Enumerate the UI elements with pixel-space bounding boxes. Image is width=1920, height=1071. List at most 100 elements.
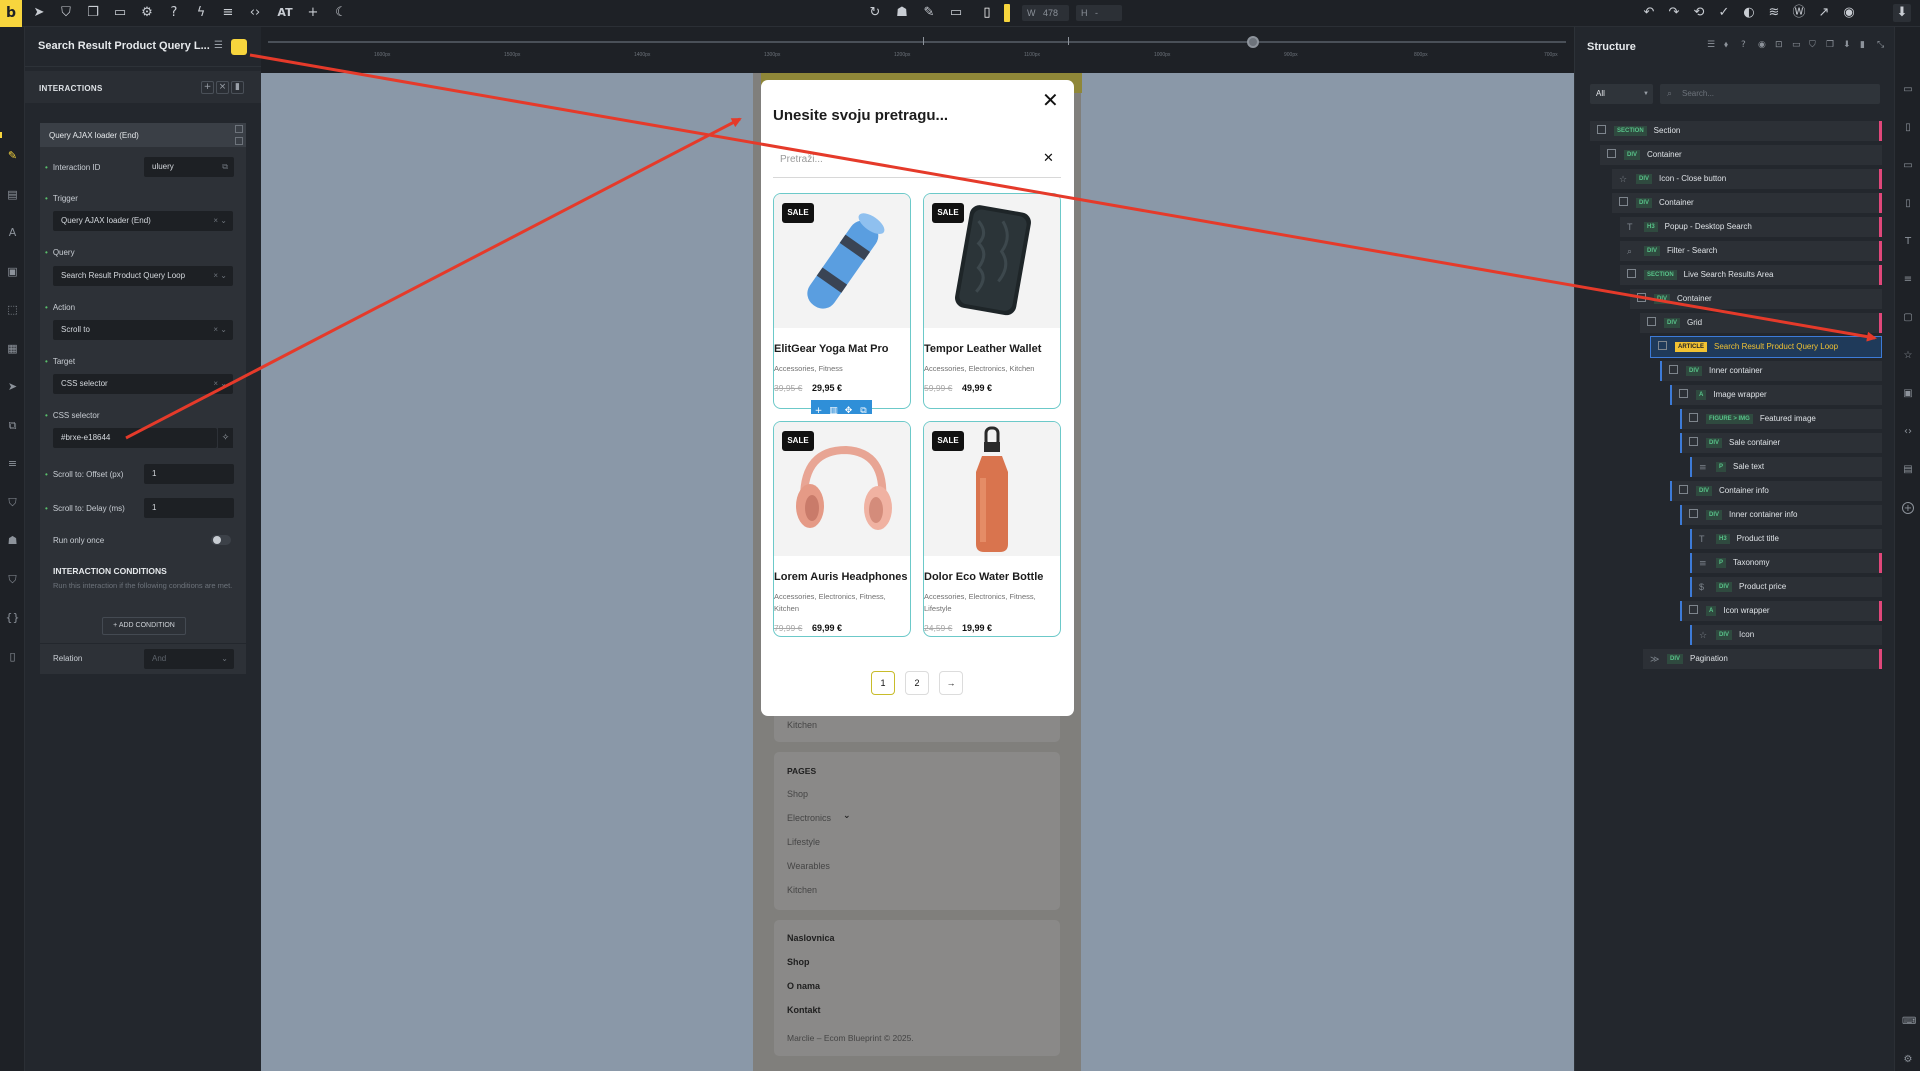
columns-icon[interactable]: ▥	[826, 404, 841, 418]
wordpress-icon[interactable]: Ⓦ	[1790, 4, 1808, 22]
dynamic-data-icon[interactable]: ✧	[218, 428, 233, 448]
pages-link[interactable]: Shop	[787, 789, 808, 799]
delete-interaction-icon[interactable]: ▮	[231, 81, 244, 94]
palette-icon[interactable]: ◐	[1740, 4, 1758, 22]
settings-icon[interactable]: ⚙	[1902, 1054, 1914, 1066]
close-icon[interactable]: ✕	[1042, 88, 1059, 112]
product-card[interactable]: SALE Dolor Eco Water Bottle Accessories,…	[923, 421, 1061, 637]
tree-row[interactable]: SECTION Section	[1590, 121, 1882, 141]
tree-row[interactable]: DIV Inner container info	[1680, 505, 1882, 525]
external-link-icon[interactable]: ↗	[1815, 4, 1833, 22]
pagination-next[interactable]: →	[939, 671, 963, 695]
query-select[interactable]: Search Result Product Query Loop × ⌄	[53, 266, 233, 286]
product-card[interactable]: SALE ElitGear Yoga Mat Pro Accessories, …	[773, 193, 911, 409]
tag-icon[interactable]: ⬧	[1724, 40, 1735, 51]
add-icon[interactable]: +	[811, 404, 826, 418]
structure-search-input[interactable]: ⌕ Search...	[1660, 84, 1880, 104]
lock-icon[interactable]: ⊡	[1775, 40, 1786, 51]
pencil-icon[interactable]: ✎	[4, 147, 21, 164]
box-icon[interactable]: ▢	[1902, 312, 1914, 324]
tree-row[interactable]: DIV Grid	[1640, 313, 1882, 333]
collapse-icon[interactable]: ⤡	[1877, 40, 1888, 51]
tree-row[interactable]: T H3 Product title	[1690, 529, 1882, 549]
remove-interaction-icon[interactable]: ×	[216, 81, 229, 94]
save-icon[interactable]: ⬇	[1893, 4, 1911, 22]
delay-input[interactable]: 1	[144, 498, 234, 518]
keyboard-icon[interactable]: ⌨	[1902, 1016, 1916, 1028]
tree-row[interactable]: DIV Container	[1612, 193, 1882, 213]
nav-link[interactable]: Naslovnica	[787, 933, 835, 943]
duplicate-icon[interactable]: ⧉	[856, 404, 871, 418]
cursor-icon[interactable]: ➤	[4, 378, 21, 395]
undo-icon[interactable]: ↶	[1640, 4, 1658, 22]
gear-icon[interactable]: ⚙	[138, 4, 156, 22]
bolt-icon[interactable]: ϟ	[192, 4, 210, 22]
clear-chevron-icon[interactable]: × ⌄	[213, 266, 227, 286]
code-icon[interactable]: ‹›	[246, 4, 264, 22]
clear-search-icon[interactable]: ✕	[1043, 151, 1054, 166]
comment-icon[interactable]: ▭	[1792, 40, 1803, 51]
nav-link[interactable]: Shop	[787, 957, 810, 967]
braces-icon[interactable]: {}	[4, 609, 21, 626]
mobile-icon[interactable]: ▯	[978, 4, 996, 22]
ruler-handle[interactable]	[1247, 36, 1259, 48]
clear-chevron-icon[interactable]: × ⌄	[213, 374, 227, 394]
form-icon[interactable]: ▤	[1902, 464, 1914, 476]
run-once-toggle[interactable]	[211, 535, 231, 545]
folder-icon[interactable]: ▭	[111, 4, 129, 22]
css-selector-input[interactable]: #brxe-e18644	[53, 428, 217, 448]
product-title[interactable]: Dolor Eco Water Bottle	[924, 571, 1043, 583]
user-icon[interactable]: ☗	[4, 532, 21, 549]
height-field[interactable]: H -	[1076, 5, 1122, 21]
action-select[interactable]: Scroll to × ⌄	[53, 320, 233, 340]
tree-row[interactable]: SECTION Live Search Results Area	[1620, 265, 1882, 285]
image-icon[interactable]: ▣	[1902, 388, 1914, 400]
user-icon[interactable]: ☗	[893, 4, 911, 22]
plus-icon[interactable]: +	[304, 4, 322, 22]
pages-link[interactable]: Kitchen	[787, 885, 817, 895]
tree-row[interactable]: FIGURE > IMG Featured image	[1680, 409, 1882, 429]
product-card[interactable]: SALE Tempor Leather Wallet Accessories, …	[923, 193, 1061, 409]
ruler-track[interactable]	[268, 41, 1566, 43]
history-icon[interactable]: ⟲	[1690, 4, 1708, 22]
code-icon[interactable]: ‹›	[1902, 426, 1914, 438]
border-icon[interactable]: ⬚	[4, 301, 21, 318]
tree-row[interactable]: T H3 Popup - Desktop Search	[1620, 217, 1882, 237]
trash-icon[interactable]	[235, 137, 243, 145]
shield-icon[interactable]: ⛉	[1809, 40, 1820, 51]
yellow-status-icon[interactable]	[231, 39, 247, 55]
trigger-select[interactable]: Query AJAX loader (End) × ⌄	[53, 211, 233, 231]
add-condition-button[interactable]: + ADD CONDITION	[102, 617, 186, 635]
copy-icon[interactable]: ⧉	[222, 157, 228, 177]
product-card[interactable]: SALE Lorem Auris Headphones Accessories,…	[773, 421, 911, 637]
grid-icon[interactable]: ▦	[4, 340, 21, 357]
pagination-page-2[interactable]: 2	[905, 671, 929, 695]
pages-link[interactable]: Lifestyle	[787, 837, 820, 847]
box-icon[interactable]: ▣	[4, 263, 21, 280]
layout-icon[interactable]: ▯	[1902, 122, 1914, 134]
list-icon[interactable]: ☰	[1707, 40, 1718, 51]
help-icon[interactable]: ?	[165, 4, 183, 22]
move-icon[interactable]: ✥	[841, 404, 856, 418]
pages-link[interactable]: Electronics	[787, 813, 831, 823]
tree-row[interactable]: ☆ DIV Icon - Close button	[1612, 169, 1882, 189]
eye-icon[interactable]: ◉	[1758, 40, 1769, 51]
nav-link[interactable]: O nama	[787, 981, 820, 991]
clear-chevron-icon[interactable]: × ⌄	[213, 320, 227, 340]
panel-icon[interactable]: ▭	[1902, 84, 1914, 96]
desktop-icon[interactable]: ▭	[947, 4, 965, 22]
add-interaction-icon[interactable]: +	[201, 81, 214, 94]
tree-row[interactable]: ☆ DIV Icon	[1690, 625, 1882, 645]
width-field[interactable]: W 478	[1022, 5, 1069, 21]
tree-row-selected[interactable]: ARTICLE Search Result Product Query Loop	[1650, 336, 1882, 358]
copy-icon[interactable]: ❐	[1826, 40, 1837, 51]
structure-filter-select[interactable]: All ▼	[1590, 84, 1653, 104]
at-icon[interactable]: AT	[276, 4, 294, 22]
chevron-down-icon[interactable]: ⌄	[843, 811, 851, 821]
relation-select[interactable]: And ⌄	[144, 649, 234, 669]
shield-icon[interactable]: ⛉	[4, 494, 21, 511]
copy-icon[interactable]: ❐	[84, 4, 102, 22]
layers-icon[interactable]: ≋	[1765, 4, 1783, 22]
clear-chevron-icon[interactable]: × ⌄	[213, 211, 227, 231]
tree-row[interactable]: DIV Container info	[1670, 481, 1882, 501]
